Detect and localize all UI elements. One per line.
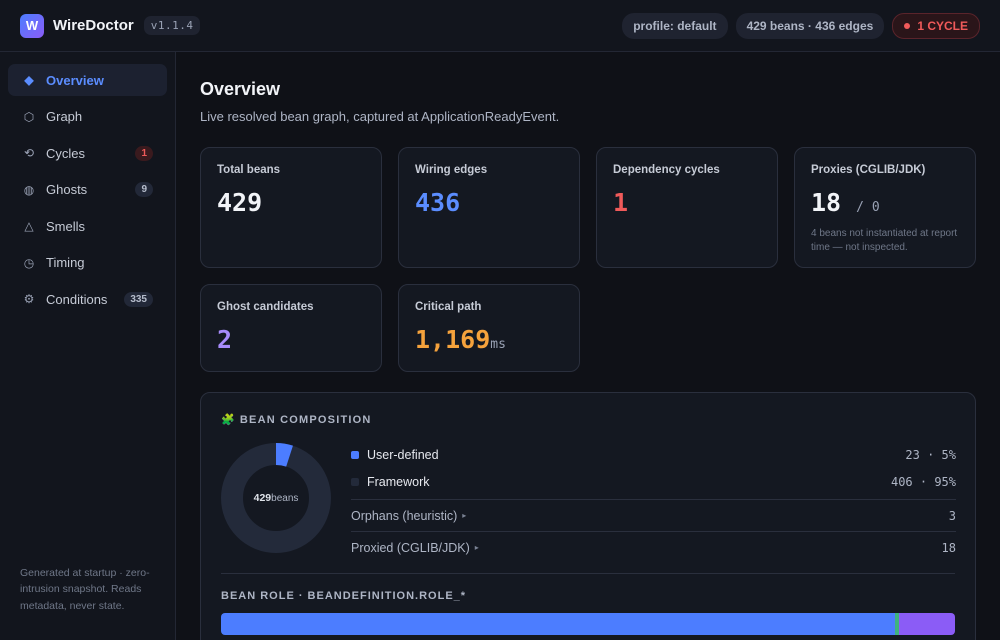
card-value: 436 <box>415 188 461 217</box>
legend-row-framework: Framework 406 · 95% <box>351 468 956 495</box>
card-label: Wiring edges <box>415 164 488 176</box>
card-label: Total beans <box>217 164 281 176</box>
ghost-icon: ◍ <box>23 182 35 197</box>
cycles-count-badge: 1 <box>135 145 153 161</box>
bean-role-bar <box>221 613 955 635</box>
main-content: Overview Live resolved bean graph, captu… <box>176 52 1000 640</box>
card-value: 1,169ms <box>415 325 563 354</box>
sidebar-item-conditions[interactable]: ⚙ Conditions 335 <box>8 283 167 315</box>
legend-label: Framework <box>367 474 430 489</box>
card-value: 2 <box>217 325 233 354</box>
sidebar-item-ghosts[interactable]: ◍ Ghosts 9 <box>8 174 167 206</box>
row-orphans[interactable]: Orphans (heuristic) ▸ 3 <box>351 499 956 531</box>
donut-center-value: 429 <box>253 492 272 504</box>
page-subtitle: Live resolved bean graph, captured at Ap… <box>200 109 560 124</box>
sidebar-item-label: Smells <box>46 218 86 234</box>
donut-center: 429 beans <box>221 443 331 553</box>
sidebar-item-smells[interactable]: △ Smells <box>8 210 167 242</box>
card-wiring-edges[interactable]: Wiring edges 436 <box>398 147 580 268</box>
sidebar-footer: Generated at startup · zero-intrusion sn… <box>20 566 150 612</box>
panel-title: 🧩 BEAN COMPOSITION <box>221 413 955 426</box>
caret-right-icon: ▸ <box>474 543 479 552</box>
card-label: Ghost candidates <box>217 301 314 313</box>
divider <box>221 573 955 574</box>
sidebar-item-timing[interactable]: ◷ Timing <box>8 247 167 279</box>
row-value: 3 <box>948 508 956 523</box>
card-ghost-candidates[interactable]: Ghost candidates 2 <box>200 284 382 372</box>
sidebar-item-cycles[interactable]: ⟲ Cycles 1 <box>8 137 167 169</box>
bean-composition-panel: 🧩 BEAN COMPOSITION 429 beans User-defined … <box>200 392 976 640</box>
legend-value: 23 · 5% <box>905 447 956 462</box>
role-segment-0 <box>221 613 895 635</box>
page-title: Overview <box>200 79 281 99</box>
legend-label: User-defined <box>367 447 439 462</box>
app-logo: W <box>20 13 44 38</box>
row-label: Orphans (heuristic) <box>351 508 458 523</box>
critical-path-value: 1,169 <box>415 325 491 354</box>
card-label: Dependency cycles <box>613 164 720 176</box>
card-dependency-cycles[interactable]: Dependency cycles 1 <box>596 147 778 268</box>
sidebar: ◆ Overview ⬡ Graph ⟲ Cycles 1 ◍ Ghosts 9… <box>0 52 176 640</box>
version-badge: v1.1.4 <box>143 16 201 35</box>
sidebar-item-graph[interactable]: ⬡ Graph <box>8 101 167 133</box>
row-value: 18 <box>941 540 956 555</box>
card-note: 4 beans not instantiated at report time … <box>811 228 958 253</box>
card-value: 429 <box>217 188 263 217</box>
cycle-icon: ⟲ <box>23 146 35 160</box>
card-value: 18 / 0 <box>811 188 959 217</box>
card-proxies[interactable]: Proxies (CGLIB/JDK) 18 / 0 4 beans not i… <box>794 147 976 268</box>
sidebar-item-label: Timing <box>46 255 85 270</box>
sidebar-item-label: Overview <box>46 72 104 88</box>
profile-pill[interactable]: profile: default <box>622 12 728 39</box>
proxies-jdk-value: / 0 <box>856 200 880 215</box>
sidebar-item-label: Ghosts <box>46 182 88 197</box>
stats-pill: 429 beans · 436 edges <box>735 12 885 39</box>
donut-center-label: beans <box>271 492 299 504</box>
role-segment-2 <box>899 613 955 635</box>
card-value: 1 <box>613 188 629 217</box>
legend-row-user: User-defined 23 · 5% <box>351 441 956 468</box>
legend-value: 406 · 95% <box>890 474 956 489</box>
proxies-value: 18 <box>811 188 842 217</box>
ghosts-count-badge: 9 <box>135 182 153 197</box>
sidebar-item-label: Conditions <box>46 291 108 307</box>
cycle-badge-label: 1 CYCLE <box>917 18 968 33</box>
composition-legend: User-defined 23 · 5% Framework 406 · 95%… <box>351 441 956 563</box>
card-total-beans[interactable]: Total beans 429 <box>200 147 382 268</box>
legend-swatch <box>351 450 359 459</box>
caret-right-icon: ▸ <box>462 511 467 520</box>
sidebar-item-overview[interactable]: ◆ Overview <box>8 64 167 96</box>
card-label: Proxies (CGLIB/JDK) <box>811 164 926 176</box>
puzzle-icon: 🧩 <box>221 414 236 426</box>
cycle-badge[interactable]: 1 CYCLE <box>892 12 980 39</box>
status-dot-icon <box>904 22 911 29</box>
conditions-count-badge: 335 <box>124 291 153 307</box>
sidebar-item-label: Cycles <box>46 145 86 161</box>
gear-icon: ⚙ <box>23 292 35 306</box>
top-bar: W WireDoctor v1.1.4 profile: default 429… <box>0 0 1000 52</box>
row-label: Proxied (CGLIB/JDK) <box>351 540 470 555</box>
row-proxied[interactable]: Proxied (CGLIB/JDK) ▸ 18 <box>351 531 956 563</box>
legend-swatch <box>351 477 359 486</box>
clock-icon: ◷ <box>23 255 35 270</box>
hexagon-icon: ⬡ <box>23 109 35 124</box>
critical-path-unit: ms <box>490 337 506 352</box>
bean-role-title: BEAN ROLE · BEANDEFINITION.ROLE_* <box>221 590 467 602</box>
sidebar-item-label: Graph <box>46 109 83 124</box>
diamond-icon: ◆ <box>24 73 34 87</box>
card-label: Critical path <box>415 301 482 313</box>
panel-title-label: BEAN COMPOSITION <box>239 414 372 426</box>
card-critical-path[interactable]: Critical path 1,169ms <box>398 284 580 372</box>
app-name: WireDoctor <box>53 17 134 34</box>
triangle-icon: △ <box>24 219 34 233</box>
